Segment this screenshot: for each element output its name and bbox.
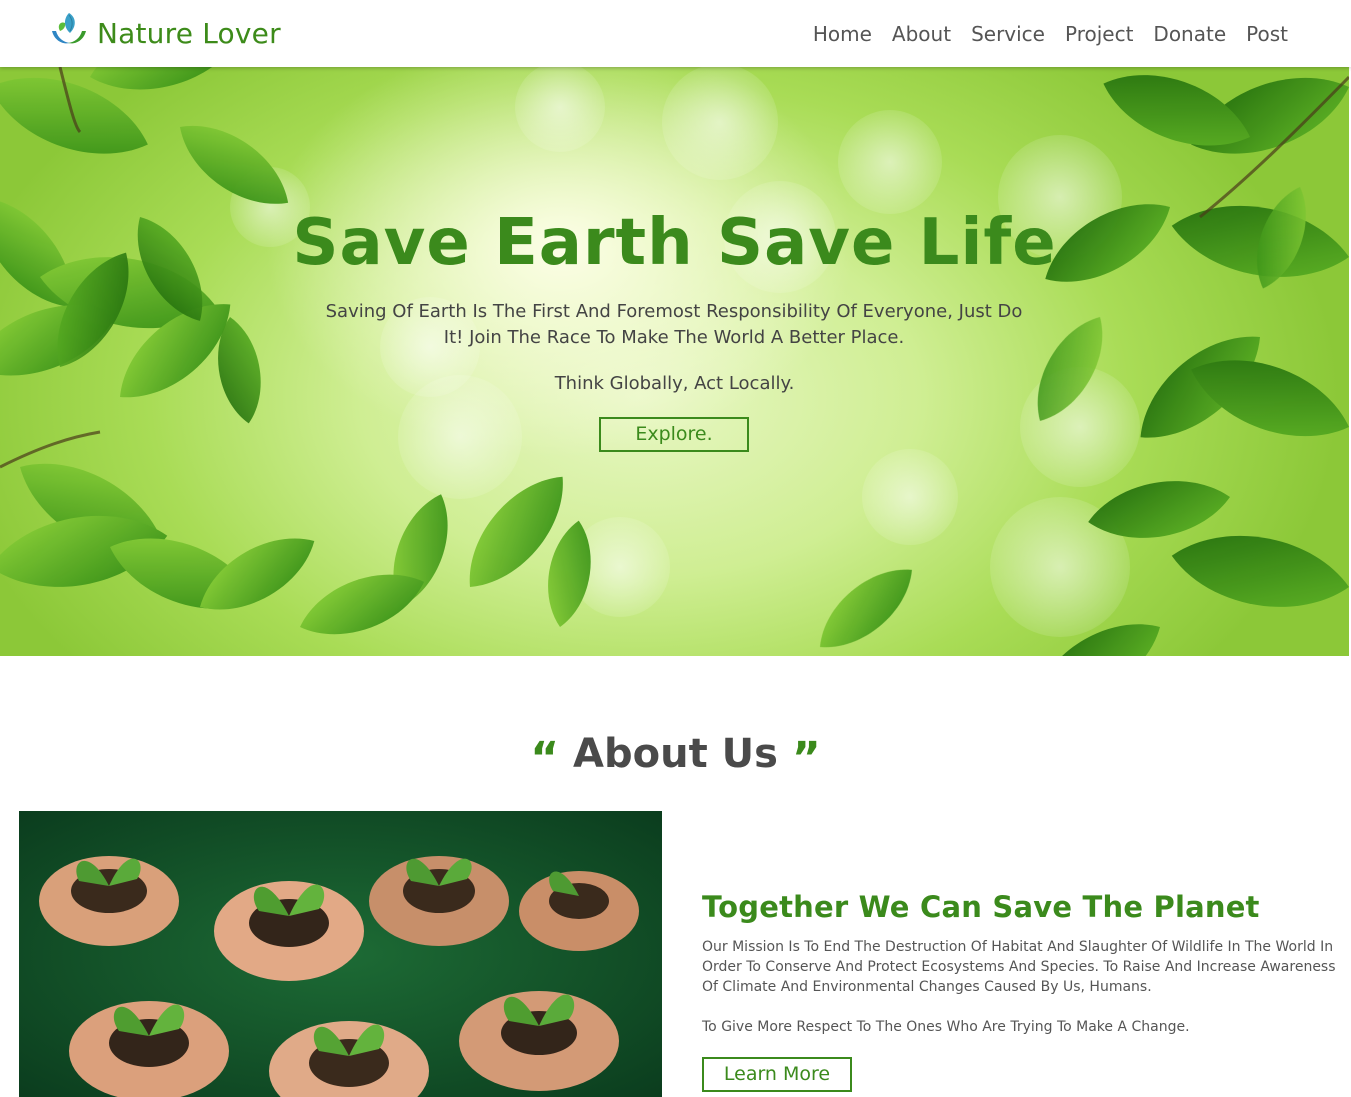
nav-post[interactable]: Post <box>1246 21 1288 47</box>
learn-more-button[interactable]: Learn More <box>702 1057 852 1092</box>
brand-name: Nature Lover <box>97 17 281 50</box>
hands-seedlings-image <box>19 811 662 1097</box>
about-heading-text: About Us <box>573 731 778 777</box>
open-quote-icon: “ <box>530 733 560 784</box>
about-title: Together We Can Save The Planet <box>702 890 1260 924</box>
leaf-hands-icon <box>52 13 86 44</box>
brand[interactable]: Nature Lover <box>48 8 281 52</box>
explore-button[interactable]: Explore. <box>599 417 749 452</box>
nav-home[interactable]: Home <box>813 21 872 47</box>
about-mission-paragraph: Our Mission Is To End The Destruction Of… <box>702 939 1336 995</box>
nav-service[interactable]: Service <box>971 21 1045 47</box>
about-respect-paragraph: To Give More Respect To The Ones Who Are… <box>702 1019 1190 1035</box>
navbar: Nature Lover Home About Service Project … <box>0 0 1351 67</box>
close-quote-icon: ” <box>791 733 821 784</box>
hero-banner: Save Earth Save Life Saving Of Earth Is … <box>0 67 1349 656</box>
nav-about[interactable]: About <box>892 21 951 47</box>
nav-project[interactable]: Project <box>1065 21 1133 47</box>
hero-motto: Think Globally, Act Locally. <box>554 373 795 394</box>
about-heading: “ About Us ” <box>0 728 1351 785</box>
nav-donate[interactable]: Donate <box>1153 21 1226 47</box>
main-nav: Home About Service Project Donate Post <box>793 21 1288 47</box>
leaves-background-image <box>0 67 1349 656</box>
hero-description: Saving Of Earth Is The First And Foremos… <box>325 301 1023 348</box>
hero-title: Save Earth Save Life <box>292 206 1057 280</box>
